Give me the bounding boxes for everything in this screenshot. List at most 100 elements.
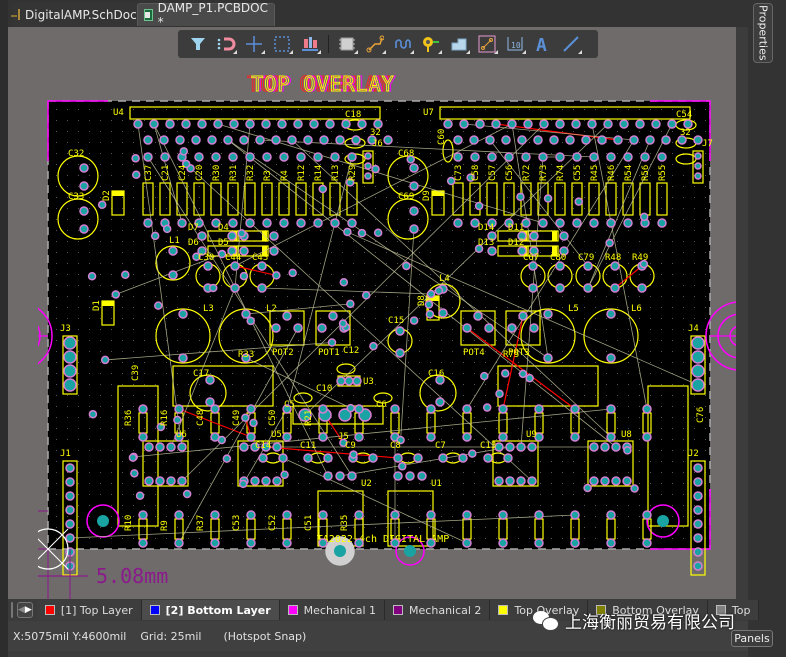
pad (635, 119, 645, 129)
designator-label: R4 (280, 170, 290, 181)
designator-label: D4 (218, 223, 229, 233)
pad (223, 135, 233, 145)
pad (565, 135, 575, 145)
pad (693, 463, 703, 473)
pad (555, 152, 565, 162)
designator-label: R13 (331, 165, 341, 181)
pad (453, 152, 463, 162)
designator-label: U2 (361, 479, 372, 489)
pad (347, 152, 357, 162)
active-bar-toolbar: 10 A (178, 30, 598, 58)
designator-label: C5 (284, 400, 295, 410)
pad (261, 476, 271, 486)
tab-pcb-doc[interactable]: DAMP_P1.PCBDOC * (137, 1, 275, 29)
pad (534, 510, 544, 520)
designator-label: U8 (621, 430, 632, 440)
layer-set-button[interactable]: LS (11, 602, 13, 618)
pad (258, 453, 268, 463)
interactive-magnet-button[interactable] (214, 33, 238, 55)
pad (282, 311, 292, 321)
designator-label: L4 (439, 274, 450, 284)
layer-tab-2-bottom-layer[interactable]: [2] Bottom Layer (141, 600, 280, 620)
pad (318, 432, 328, 442)
pad (693, 135, 703, 145)
route-button-highlighted[interactable] (475, 33, 499, 55)
pad (339, 278, 349, 287)
place-via-button[interactable] (419, 33, 443, 55)
designator-label: C12 (343, 346, 359, 356)
pad (88, 409, 98, 419)
place-string-button[interactable]: A (531, 33, 555, 55)
diode-band (102, 301, 114, 306)
designator-label: D12 (508, 238, 524, 248)
pad (589, 152, 599, 162)
diode-band (552, 231, 557, 241)
tab-schematic-doc[interactable]: DigitalAMP.SchDoc (11, 3, 139, 26)
pad (453, 135, 463, 145)
pad (505, 476, 515, 486)
designator-label: J7 (702, 139, 713, 149)
designator-label: R46 (607, 165, 617, 181)
pad (503, 453, 513, 463)
pad (426, 538, 436, 548)
pad (583, 283, 593, 293)
layer-tab-label: Mechanical 2 (409, 603, 482, 617)
crosshair-button[interactable] (242, 33, 266, 55)
select-area-button[interactable] (270, 33, 294, 55)
designator-label: D7 (188, 223, 199, 233)
pad (589, 476, 599, 486)
pad (255, 135, 265, 145)
pad (203, 261, 213, 271)
pad (191, 135, 201, 145)
designator-label: C39 (131, 365, 141, 381)
filter-button[interactable] (186, 33, 210, 55)
polygon-pour-button[interactable] (447, 33, 471, 55)
pcb-board-svg[interactable]: TOP OVERLAYTOP OVERLAYTOP OVERLAYTOP OVE… (8, 72, 741, 599)
watermark: 上海衡丽贸易有限公司 (533, 608, 735, 633)
pad (336, 376, 346, 386)
pad (154, 301, 163, 310)
pad (505, 442, 515, 452)
pad (528, 261, 538, 271)
pcb-canvas[interactable]: TOP OVERLAY TOP OVERLAY TOP OVERLAY TOP OVE… (8, 27, 748, 599)
pad (246, 510, 256, 520)
pad (468, 449, 477, 458)
properties-panel-tab[interactable]: Properties (753, 3, 773, 63)
designator-label: R33 (238, 350, 254, 360)
pad (229, 119, 239, 129)
align-button[interactable] (298, 33, 322, 55)
pad (144, 476, 154, 486)
pad (373, 119, 383, 129)
filter-icon (191, 38, 205, 50)
layer-scroll-right-icon[interactable]: ▶ (25, 603, 32, 617)
pad (462, 538, 472, 548)
pad (589, 218, 599, 228)
pad (613, 135, 623, 145)
pad (610, 261, 620, 271)
pad (603, 119, 613, 129)
board-view[interactable]: TOP OVERLAY TOP OVERLAY TOP OVERLAY TOP OVE… (8, 72, 741, 599)
layer-tab-mechanical-2[interactable]: Mechanical 2 (385, 600, 491, 620)
pad (538, 218, 548, 228)
interactive-route-button[interactable] (363, 33, 387, 55)
designator-label: POT1 (318, 348, 340, 358)
canvas-scroll-gutter[interactable] (736, 27, 748, 599)
pad (518, 311, 528, 321)
place-line-button[interactable] (559, 33, 583, 55)
layer-tab-1-top-layer[interactable]: [1] Top Layer (36, 600, 142, 620)
designator-label: C43 (252, 253, 268, 263)
pad (245, 119, 255, 129)
designator-label: L6 (631, 304, 642, 314)
layer-scroll-left-icon[interactable]: ◀ (18, 603, 25, 617)
pad (606, 353, 616, 363)
length-tuning-button[interactable] (391, 33, 415, 55)
panels-button[interactable]: Panels (731, 630, 773, 647)
place-dimension-button[interactable]: 10 (503, 33, 527, 55)
pad (168, 270, 178, 280)
designator-label: D13 (478, 238, 494, 248)
place-component-button[interactable] (335, 33, 359, 55)
layer-tab-mechanical-1[interactable]: Mechanical 1 (279, 600, 386, 620)
pad (347, 471, 357, 481)
pad (549, 135, 559, 145)
pad (694, 172, 702, 180)
